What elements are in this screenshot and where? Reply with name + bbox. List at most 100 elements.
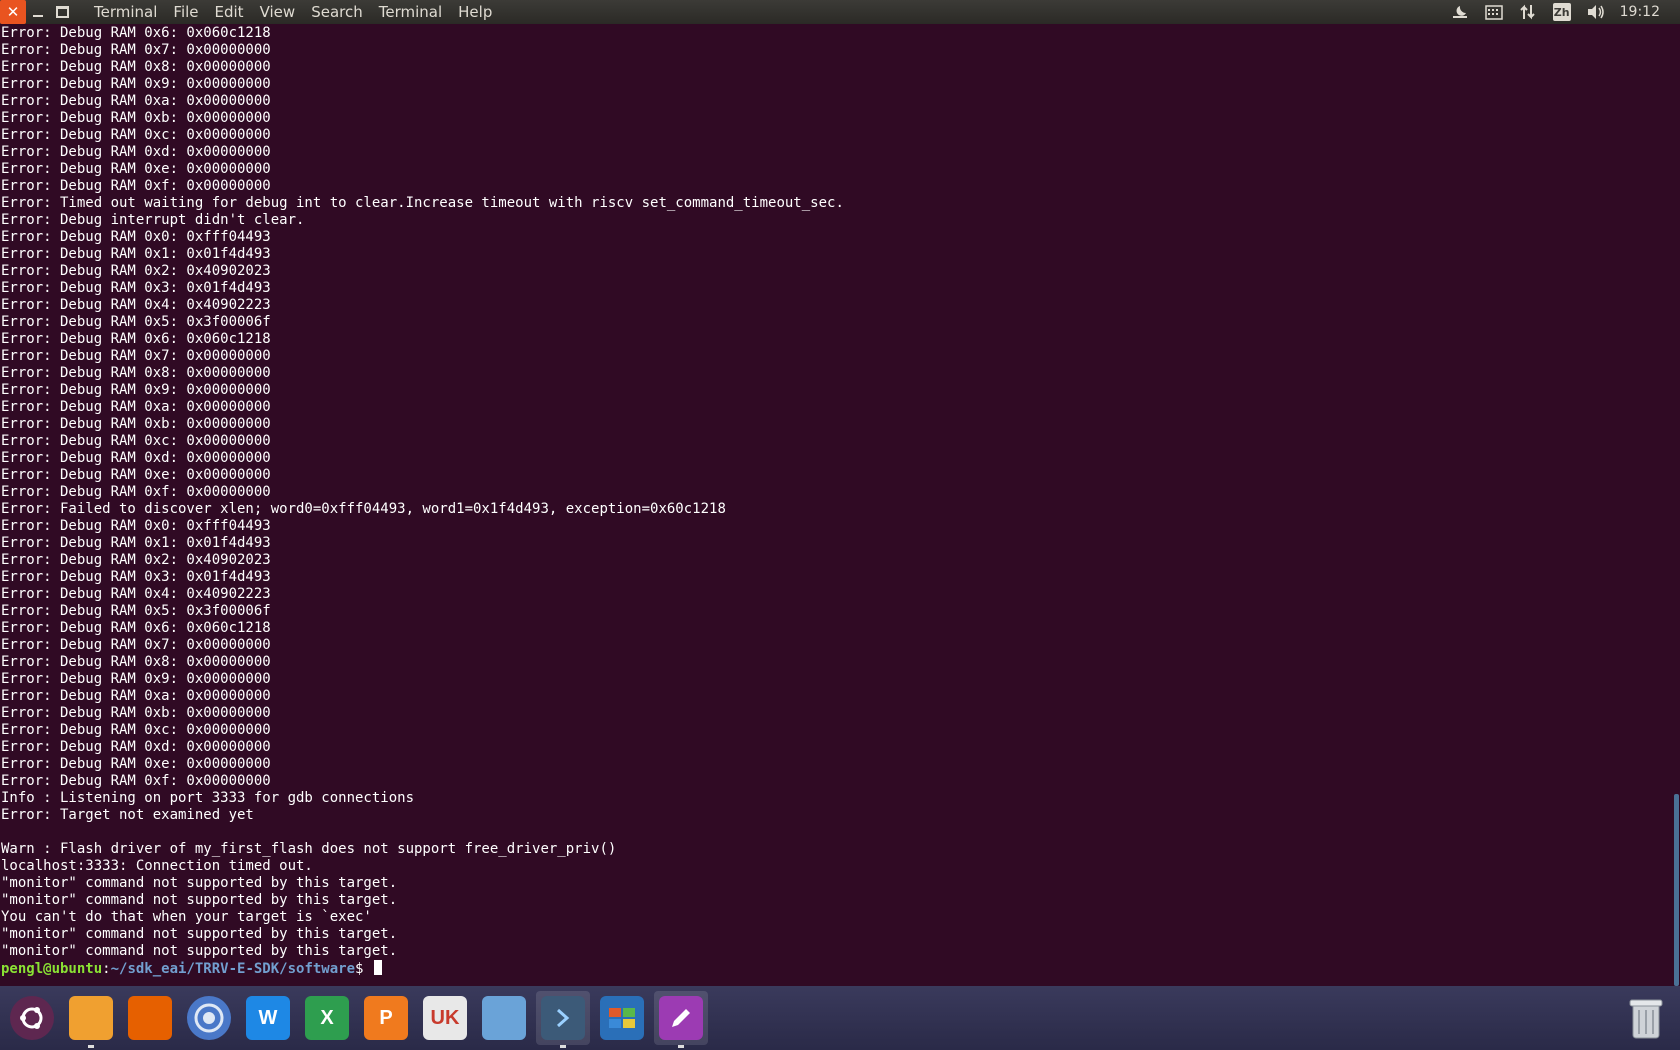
terminal-line: "monitor" command not supported by this … <box>1 892 398 908</box>
terminal-line: Error: Debug RAM 0x7: 0x00000000 <box>1 348 271 364</box>
dock-item-text-editor[interactable] <box>654 991 708 1048</box>
terminal-line: You can't do that when your target is `e… <box>1 909 372 925</box>
terminal-line: "monitor" command not supported by this … <box>1 926 398 942</box>
terminal-line: localhost:3333: Connection timed out. <box>1 858 313 874</box>
top-panel: ✕ Terminal File Edit View Search Termina… <box>0 0 1680 24</box>
menu-terminal[interactable]: Terminal <box>371 0 450 24</box>
terminal-line: Error: Debug RAM 0x4: 0x40902223 <box>1 586 271 602</box>
clock[interactable]: 19:12 <box>1620 4 1660 20</box>
dock-item-chromium[interactable] <box>182 991 236 1045</box>
terminal-line: Error: Debug RAM 0xd: 0x00000000 <box>1 739 271 755</box>
menu-edit[interactable]: Edit <box>207 0 252 24</box>
terminal-line: Error: Target not examined yet <box>1 807 254 823</box>
terminal-scrollbar[interactable] <box>1671 24 1680 986</box>
terminal-line: Error: Debug RAM 0x2: 0x40902023 <box>1 263 271 279</box>
firefox-icon <box>128 996 172 1040</box>
prompt-path: ~/sdk_eai/TRRV-E-SDK/software <box>110 961 356 977</box>
terminal-line: Error: Debug RAM 0x9: 0x00000000 <box>1 671 271 687</box>
prompt-symbol: $ <box>355 961 372 977</box>
terminal-line: Error: Debug RAM 0xd: 0x00000000 <box>1 450 271 466</box>
dock-item-workspace-switcher[interactable] <box>595 991 649 1045</box>
terminal-line: Error: Debug RAM 0x0: 0xfff04493 <box>1 518 271 534</box>
text-cursor <box>373 960 382 975</box>
wps-presentation-icon: P <box>364 996 408 1040</box>
window-maximize-button[interactable] <box>50 0 74 24</box>
terminal-line: Error: Debug RAM 0x9: 0x00000000 <box>1 382 271 398</box>
terminal-line: Error: Timed out waiting for debug int t… <box>1 195 844 211</box>
terminal-line: Error: Debug RAM 0xa: 0x00000000 <box>1 93 271 109</box>
terminal-line: Error: Debug RAM 0x4: 0x40902223 <box>1 297 271 313</box>
terminal-line: Error: Debug RAM 0xa: 0x00000000 <box>1 399 271 415</box>
dock-item-ubuntu-dash[interactable] <box>5 991 59 1045</box>
wps-spreadsheets-icon: X <box>305 996 349 1040</box>
terminal-line: Error: Debug RAM 0xe: 0x00000000 <box>1 161 271 177</box>
menu-view[interactable]: View <box>252 0 304 24</box>
terminal-line: Info : Listening on port 3333 for gdb co… <box>1 790 415 806</box>
scrollbar-thumb[interactable] <box>1674 794 1679 986</box>
prompt-separator: : <box>102 961 111 977</box>
window-minimize-button[interactable] <box>26 0 50 24</box>
menu-app-terminal[interactable]: Terminal <box>86 0 165 24</box>
terminal-line: Error: Debug RAM 0x8: 0x00000000 <box>1 59 271 75</box>
terminal-line: Error: Debug RAM 0x6: 0x060c1218 <box>1 25 271 41</box>
dock-item-wps-presentation[interactable]: P <box>359 991 413 1045</box>
terminal-line: Error: Debug RAM 0x7: 0x00000000 <box>1 637 271 653</box>
terminal-line: Error: Debug RAM 0x5: 0x3f00006f <box>1 603 271 619</box>
launcher-dock: W X P UK <box>0 986 1680 1050</box>
network-arrows-icon[interactable] <box>1518 2 1538 22</box>
software-center-icon: UK <box>423 996 467 1040</box>
terminal-output[interactable]: Error: Debug RAM 0x6: 0x060c1218 Error: D… <box>0 24 1671 986</box>
shell-prompt[interactable]: pengl@ubuntu:~/sdk_eai/TRRV-E-SDK/softwa… <box>1 960 1671 977</box>
terminal-line: Error: Debug RAM 0x6: 0x060c1218 <box>1 620 271 636</box>
remote-desktop-icon <box>482 996 526 1040</box>
trash-icon[interactable] <box>1626 994 1666 1042</box>
terminal-line: Error: Debug RAM 0xe: 0x00000000 <box>1 467 271 483</box>
terminal-line: Error: Debug RAM 0x5: 0x3f00006f <box>1 314 271 330</box>
terminal-line: Error: Debug RAM 0x8: 0x00000000 <box>1 365 271 381</box>
terminal-app-icon <box>541 996 585 1040</box>
menu-search[interactable]: Search <box>303 0 371 24</box>
terminal-line: Error: Debug RAM 0x9: 0x00000000 <box>1 76 271 92</box>
dock-item-terminal-app[interactable] <box>536 991 590 1048</box>
terminal-line: Error: Debug RAM 0xb: 0x00000000 <box>1 110 271 126</box>
dock-item-wps-writer[interactable]: W <box>241 991 295 1045</box>
text-editor-icon <box>659 996 703 1040</box>
terminal-line: Error: Debug RAM 0xd: 0x00000000 <box>1 144 271 160</box>
volume-icon[interactable] <box>1586 2 1606 22</box>
terminal-text: Error: Debug RAM 0x6: 0x060c1218 Error: D… <box>0 24 1671 977</box>
terminal-line: Error: Debug RAM 0x3: 0x01f4d493 <box>1 280 271 296</box>
dock-item-remote-desktop[interactable] <box>477 991 531 1045</box>
terminal-line: "monitor" command not supported by this … <box>1 875 398 891</box>
terminal-line: Error: Debug RAM 0xa: 0x00000000 <box>1 688 271 704</box>
terminal-line: Error: Failed to discover xlen; word0=0x… <box>1 501 726 517</box>
terminal-line: Error: Debug RAM 0x2: 0x40902023 <box>1 552 271 568</box>
dock-item-firefox[interactable] <box>123 991 177 1045</box>
system-tray: Zh 19:12 <box>1450 2 1680 22</box>
terminal-line: Error: Debug RAM 0xf: 0x00000000 <box>1 178 271 194</box>
workspace-switcher-icon <box>600 996 644 1040</box>
terminal-line: Warn : Flash driver of my_first_flash do… <box>1 841 617 857</box>
terminal-line: Error: Debug RAM 0x8: 0x00000000 <box>1 654 271 670</box>
window-close-button[interactable]: ✕ <box>0 0 26 24</box>
terminal-line: Error: Debug RAM 0x1: 0x01f4d493 <box>1 535 271 551</box>
terminal-line: Error: Debug RAM 0xb: 0x00000000 <box>1 416 271 432</box>
menu-file[interactable]: File <box>165 0 206 24</box>
terminal-line: Error: Debug interrupt didn't clear. <box>1 212 305 228</box>
input-method-icon[interactable]: Zh <box>1552 2 1572 22</box>
terminal-line: Error: Debug RAM 0xc: 0x00000000 <box>1 127 271 143</box>
terminal-line: "monitor" command not supported by this … <box>1 943 398 959</box>
terminal-line: Error: Debug RAM 0xe: 0x00000000 <box>1 756 271 772</box>
terminal-line: Error: Debug RAM 0xf: 0x00000000 <box>1 773 271 789</box>
maximize-icon <box>55 6 69 18</box>
dock-item-files[interactable] <box>64 991 118 1048</box>
terminal-line: Error: Debug RAM 0x3: 0x01f4d493 <box>1 569 271 585</box>
minimize-icon <box>33 15 43 17</box>
menu-help[interactable]: Help <box>450 0 500 24</box>
dock-item-wps-spreadsheets[interactable]: X <box>300 991 354 1045</box>
wps-writer-icon: W <box>246 996 290 1040</box>
ubuntu-dash-icon <box>10 996 54 1040</box>
dock-item-software-center[interactable]: UK <box>418 991 472 1045</box>
night-settings-icon[interactable] <box>1450 2 1470 22</box>
keyboard-icon[interactable] <box>1484 2 1504 22</box>
